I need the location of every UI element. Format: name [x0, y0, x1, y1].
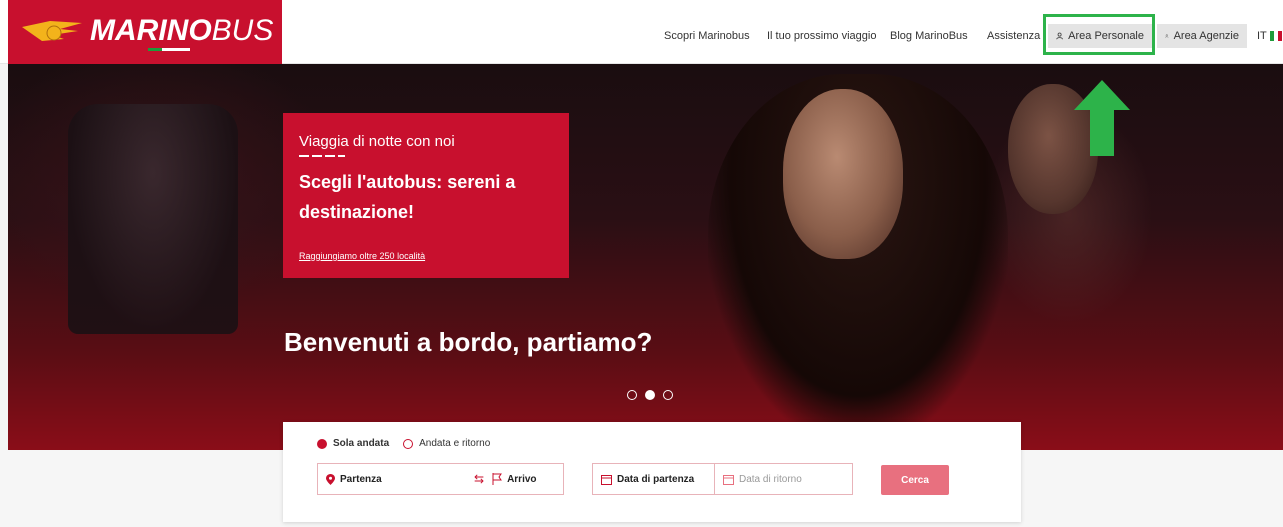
radio-unchecked-icon	[403, 438, 414, 449]
to-field[interactable]: Arrivo	[484, 464, 537, 494]
promo-title: Scegli l'autobus: sereni a destinazione!	[299, 172, 516, 222]
carousel-dot[interactable]	[627, 390, 637, 400]
nav-scopri-marinobus[interactable]: Scopri Marinobus	[664, 30, 750, 42]
calendar-icon	[601, 474, 612, 485]
bus-seat-image	[68, 104, 238, 334]
calendar-icon	[723, 474, 734, 485]
radio-andata-ritorno[interactable]: Andata e ritorno	[403, 438, 490, 449]
radio-checked-icon	[317, 438, 327, 449]
from-field[interactable]: Partenza	[318, 464, 428, 494]
language-label: IT	[1257, 30, 1267, 42]
radio-sola-andata[interactable]: Sola andata	[317, 438, 389, 449]
search-button[interactable]: Cerca	[881, 465, 949, 495]
nav-blog-marinobus[interactable]: Blog MarinoBus	[890, 30, 968, 42]
site-header: MARINOBUS Scopri Marinobus Il tuo prossi…	[0, 0, 1283, 64]
flag-icon	[492, 473, 502, 485]
map-pin-icon	[326, 473, 335, 485]
area-agenzie-button[interactable]: Area Agenzie	[1157, 24, 1247, 48]
user-icon	[1165, 34, 1169, 38]
return-date-field[interactable]: Data di ritorno	[715, 464, 802, 494]
route-fields: Partenza ⇆ Arrivo	[317, 463, 564, 495]
italy-flag-icon	[1269, 31, 1282, 41]
promo-card: Viaggia di notte con noi Scegli l'autobu…	[283, 113, 569, 278]
language-selector[interactable]: IT	[1257, 30, 1282, 42]
carousel-dot[interactable]	[663, 390, 673, 400]
area-agenzie-label: Area Agenzie	[1173, 30, 1239, 42]
trip-type-selector: Sola andata Andata e ritorno	[317, 438, 490, 449]
carousel-dots	[627, 390, 673, 400]
italian-flag-stripe	[148, 48, 190, 51]
promo-kicker: Viaggia di notte con noi	[299, 133, 455, 150]
swap-icon[interactable]: ⇆	[474, 472, 484, 486]
marinobus-logo[interactable]: MARINOBUS	[8, 0, 282, 64]
welcome-heading: Benvenuti a bordo, partiamo?	[284, 327, 653, 357]
nav-prossimo-viaggio[interactable]: Il tuo prossimo viaggio	[767, 30, 876, 42]
hero-photo-woman	[783, 89, 903, 259]
promo-underline	[299, 155, 345, 157]
trip-search-panel: Sola andata Andata e ritorno Partenza ⇆ …	[283, 422, 1021, 522]
carousel-dot-active[interactable]	[645, 390, 655, 400]
green-arrow-up-icon	[1074, 80, 1130, 156]
logo-text: MARINOBUS	[90, 14, 274, 47]
highlight-box	[1043, 14, 1155, 55]
wing-logo-icon	[22, 21, 82, 41]
promo-link[interactable]: Raggiungiamo oltre 250 località	[299, 251, 425, 261]
departure-date-field[interactable]: Data di partenza	[593, 464, 714, 494]
date-fields: Data di partenza Data di ritorno	[592, 463, 853, 495]
nav-assistenza[interactable]: Assistenza	[987, 30, 1040, 42]
